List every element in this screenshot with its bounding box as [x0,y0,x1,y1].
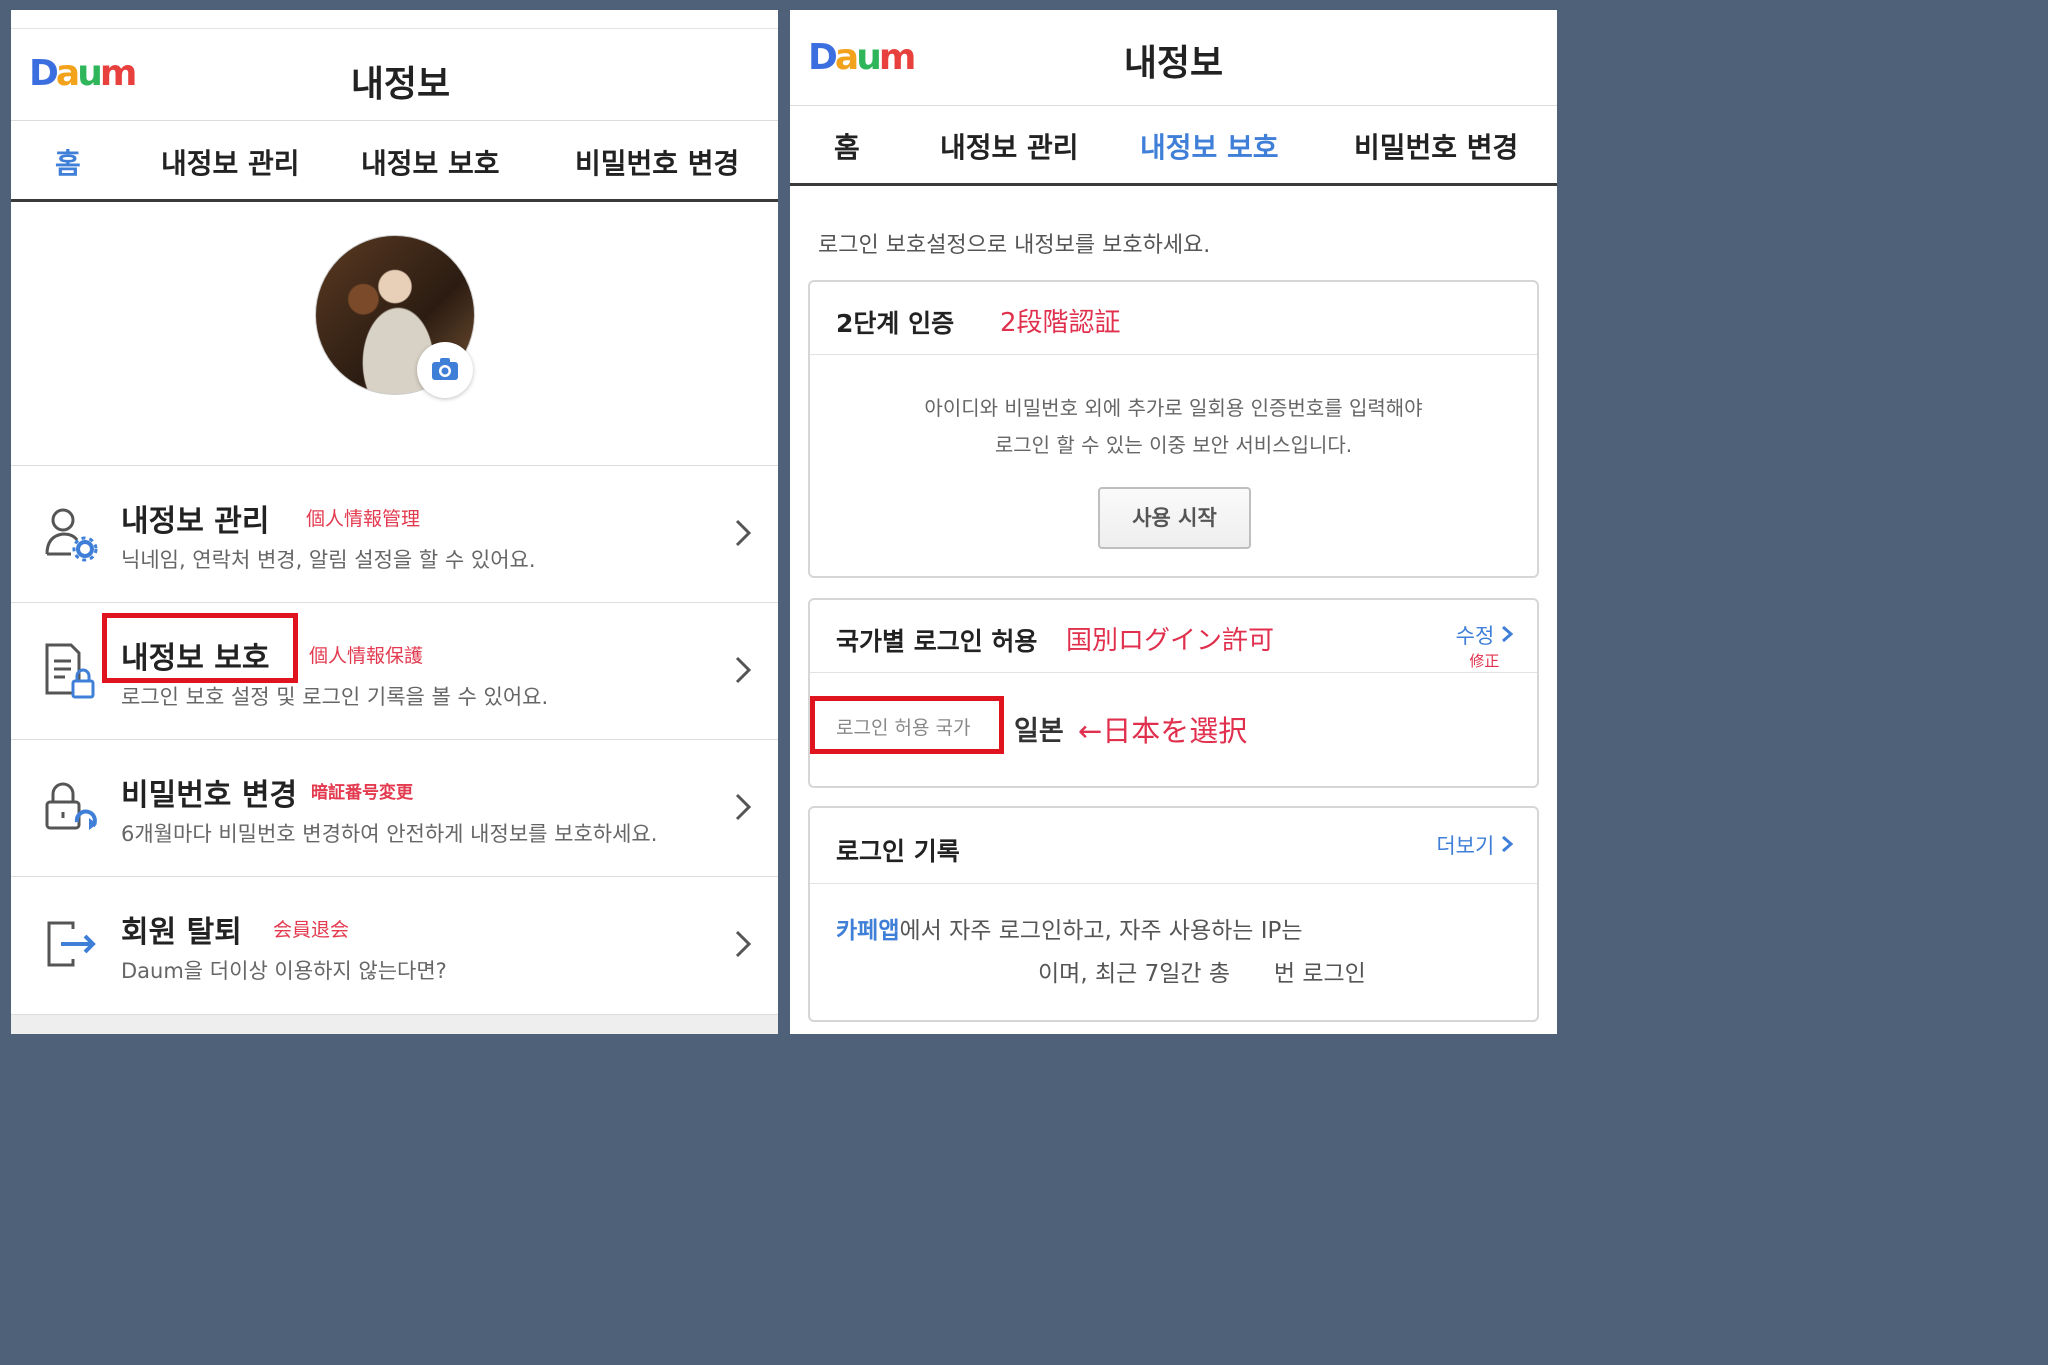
chevron-right-icon [1502,625,1514,643]
left-screen: Daum 내정보 홈 내정보 관리 내정보 보호 비밀번호 변경 내정보 관리 … [11,10,778,1034]
user-settings-icon [45,508,98,562]
header: Daum 내정보 [790,10,1557,106]
camera-button[interactable] [417,342,473,398]
edit-jp: 修正 [1469,652,1500,670]
page-title: 내정보 [1123,43,1224,84]
tab-home[interactable]: 홈 [834,126,860,166]
more-link[interactable]: 더보기 [1436,830,1514,860]
lock-refresh-icon [45,782,97,830]
start-button[interactable]: 사용 시작 [1098,487,1251,549]
jp-annotation: 国別ログイン許可 [1066,626,1275,656]
page-title: 내정보 [350,64,451,105]
card-title: 국가별 로그인 허용 [836,627,1038,656]
login-history-line-1: 카페앱에서 자주 로그인하고, 자주 사용하는 IP는 [836,918,1303,944]
tab-protect[interactable]: 내정보 보호 [361,142,500,182]
menu-note: 個人情報保護 [309,645,424,667]
two-step-desc-2: 로그인 할 수 있는 이중 보안 서비스입니다. [994,433,1353,457]
two-step-card: 2단계 인증 2段階認証 아이디와 비밀번호 외에 추가로 일회용 인증번호를 … [808,280,1539,578]
allowed-country-value: 일본 [1014,716,1064,747]
chevron-right-icon [735,519,752,547]
exit-icon [47,921,96,967]
menu-item-withdraw[interactable]: 회원 탈퇴 会員退会 Daum을 더이상 이용하지 않는다면? [11,876,778,1012]
tab-manage[interactable]: 내정보 관리 [940,126,1079,166]
tab-manage[interactable]: 내정보 관리 [161,142,300,182]
tab-password[interactable]: 비밀번호 변경 [1354,126,1518,166]
card-header: 로그인 기록 더보기 [810,808,1537,884]
card-header: 국가별 로그인 허용 国別ログイン許可 수정 修正 [810,600,1537,673]
right-screen: Daum 내정보 홈 내정보 관리 내정보 보호 비밀번호 변경 로그인 보호설… [790,10,1557,1034]
menu-note: 個人情報管理 [306,508,421,530]
menu-note: 暗証番号変更 [311,783,413,803]
country-card: 국가별 로그인 허용 国別ログイン許可 수정 修正 로그인 허용 국가 일본 ←… [808,598,1539,788]
menu-desc: Daum을 더이상 이용하지 않는다면? [121,959,447,983]
menu-desc: 6개월마다 비밀번호 변경하여 안전하게 내정보를 보호하세요. [121,822,658,846]
card-header: 2단계 인증 2段階認証 [810,282,1537,355]
tab-protect[interactable]: 내정보 보호 [1140,126,1279,166]
footer-strip [11,1014,778,1034]
tab-bar: 홈 내정보 관리 내정보 보호 비밀번호 변경 [11,122,778,202]
highlight-box [810,696,1004,754]
menu-title: 비밀번호 변경 [121,778,298,813]
camera-icon [432,358,458,380]
tab-password[interactable]: 비밀번호 변경 [575,142,739,182]
jp-select-annotation: ←日本を選択 [1078,714,1248,748]
login-history-line-2: 이며, 최근 7일간 총 번 로그인 [1038,961,1366,987]
card-title: 2단계 인증 [836,309,955,338]
jp-annotation: 2段階認証 [1000,308,1121,338]
menu-item-manage[interactable]: 내정보 관리 個人情報管理 닉네임, 연락처 변경, 알림 설정을 할 수 있어… [11,465,778,601]
intro-text: 로그인 보호설정으로 내정보를 보호하세요. [818,233,1211,258]
menu-title: 내정보 관리 [121,504,270,539]
menu-item-password[interactable]: 비밀번호 변경 暗証番号変更 6개월마다 비밀번호 변경하여 안전하게 내정보를… [11,739,778,875]
login-history-card: 로그인 기록 더보기 카페앱에서 자주 로그인하고, 자주 사용하는 IP는 이… [808,806,1539,1022]
edit-link[interactable]: 수정 修正 [1456,620,1514,671]
tab-home[interactable]: 홈 [55,142,81,182]
header: Daum 내정보 [11,28,778,121]
two-step-desc-1: 아이디와 비밀번호 외에 추가로 일회용 인증번호를 입력해야 [924,396,1423,420]
app-name[interactable]: 카페앱 [836,918,899,944]
menu-desc: 로그인 보호 설정 및 로그인 기록을 볼 수 있어요. [121,685,549,709]
menu-note: 会員退会 [273,919,350,941]
chevron-right-icon [735,656,752,684]
chevron-right-icon [735,930,752,958]
highlight-box [102,613,298,683]
menu-title: 회원 탈퇴 [121,915,242,950]
menu-desc: 닉네임, 연락처 변경, 알림 설정을 할 수 있어요. [121,548,536,572]
tab-bar: 홈 내정보 관리 내정보 보호 비밀번호 변경 [790,106,1557,186]
chevron-right-icon [1502,835,1514,853]
card-title: 로그인 기록 [836,837,960,866]
document-lock-icon [45,643,95,699]
chevron-right-icon [735,793,752,821]
